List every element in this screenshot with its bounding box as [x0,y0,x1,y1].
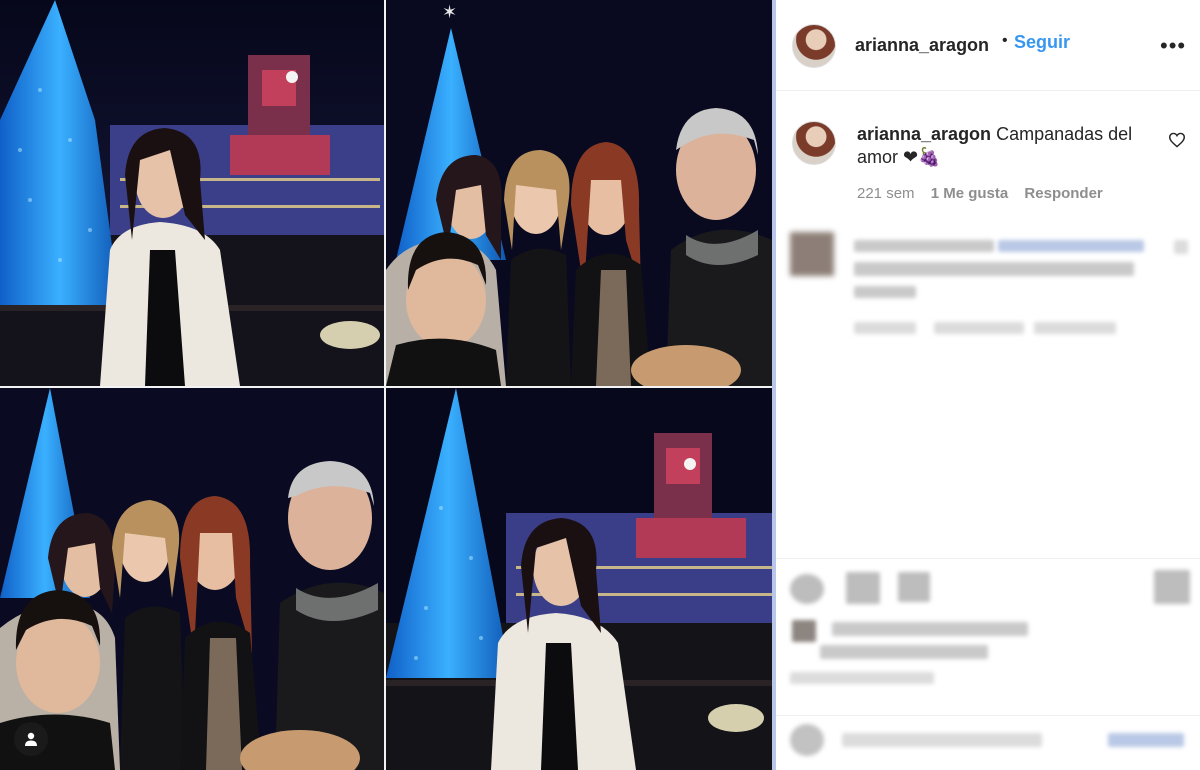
blurred-emoji-icon[interactable] [790,724,824,756]
caption-meta: 221 sem 1 Me gusta Responder [857,185,1115,202]
blurred-publish-button[interactable] [1108,733,1184,747]
caption-username[interactable]: arianna_aragon [857,124,991,144]
blurred-likes-line2 [820,645,988,659]
caption: arianna_aragon Campanadas del amor ❤🍇 [857,123,1157,169]
photo-tile-top-right: ✶ [386,0,772,386]
blurred-post-date [790,672,934,684]
blurred-comment-username [854,240,994,252]
blurred-comment-reply [1034,322,1116,334]
blurred-comment-avatar [790,232,834,276]
heart-outline-icon[interactable] [1168,132,1186,153]
blurred-comment-mention [998,240,1144,252]
blurred-comment-heart [1174,240,1188,254]
photo-tile-top-left [0,0,384,386]
reply-button[interactable]: Responder [1024,185,1102,202]
blurred-comment-likes [934,322,1024,334]
post-header: arianna_aragon • Seguir ••• [776,0,1200,91]
svg-text:✶: ✶ [442,2,457,23]
blurred-save-icon[interactable] [1154,570,1190,604]
header-username[interactable]: arianna_aragon [855,35,989,56]
grid-divider-vertical [384,0,386,770]
actions-divider [776,558,1200,559]
blurred-comment-text [854,262,1134,276]
blurred-comment-text-line2 [854,286,916,298]
blurred-liker-avatar [792,620,816,642]
blurred-comment-age [854,322,916,334]
photo-tile-bottom-right [386,388,772,770]
blurred-comment-input[interactable] [842,733,1042,747]
post-photo[interactable]: ✶ [0,0,772,770]
grid-divider-horizontal [0,386,772,388]
blurred-comment-icon[interactable] [846,572,880,604]
avatar[interactable] [792,24,836,68]
caption-avatar[interactable] [792,121,836,165]
more-horizontal-icon[interactable]: ••• [1160,35,1186,57]
blurred-like-icon[interactable] [790,574,824,604]
blurred-likes-line [832,622,1028,636]
follow-button[interactable]: Seguir [1014,32,1070,53]
blurred-share-icon[interactable] [898,572,930,602]
user-tag-icon[interactable] [14,722,48,756]
photo-tile-bottom-left [0,388,384,770]
comments-panel: arianna_aragon • Seguir ••• arianna_arag… [776,0,1200,770]
caption-age: 221 sem [857,185,915,202]
header-separator: • [1002,32,1008,49]
caption-likes[interactable]: 1 Me gusta [931,185,1009,202]
comment-input-divider [776,715,1200,716]
